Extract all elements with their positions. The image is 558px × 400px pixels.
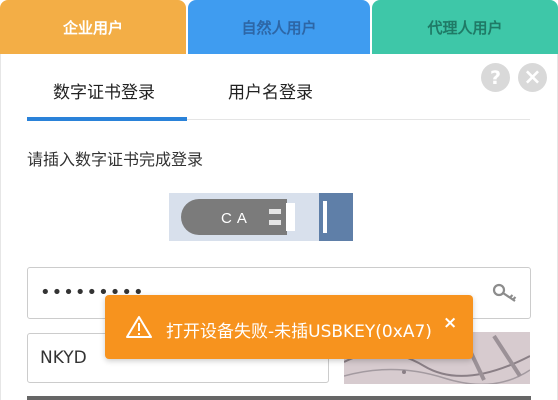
toast-close-icon[interactable]: × (443, 313, 457, 333)
key-icon (492, 282, 518, 308)
tab-enterprise-user[interactable]: 企业用户 (0, 0, 186, 54)
login-method-tabs: 数字证书登录 用户名登录 (27, 72, 530, 121)
tab-agent-user[interactable]: 代理人用户 (372, 0, 558, 54)
active-tab-indicator (27, 117, 187, 121)
usbkey-illustration: CA (169, 193, 353, 241)
toast-message: 打开设备失败-未插USBKEY(0xA7) (166, 322, 432, 342)
role-tabs: 企业用户 自然人用户 代理人用户 (0, 0, 558, 54)
usbkey-ca-label: CA (221, 210, 252, 227)
insert-certificate-hint: 请插入数字证书完成登录 (27, 150, 204, 169)
error-toast: 打开设备失败-未插USBKEY(0xA7) × (105, 295, 473, 359)
verify-code-value: NKYD (40, 348, 87, 368)
tab-username-login[interactable]: 用户名登录 (228, 78, 313, 103)
tab-certificate-login[interactable]: 数字证书登录 (53, 78, 155, 103)
login-button-edge[interactable] (27, 396, 531, 400)
warning-icon (125, 315, 153, 343)
tab-individual-user[interactable]: 自然人用户 (188, 0, 370, 54)
